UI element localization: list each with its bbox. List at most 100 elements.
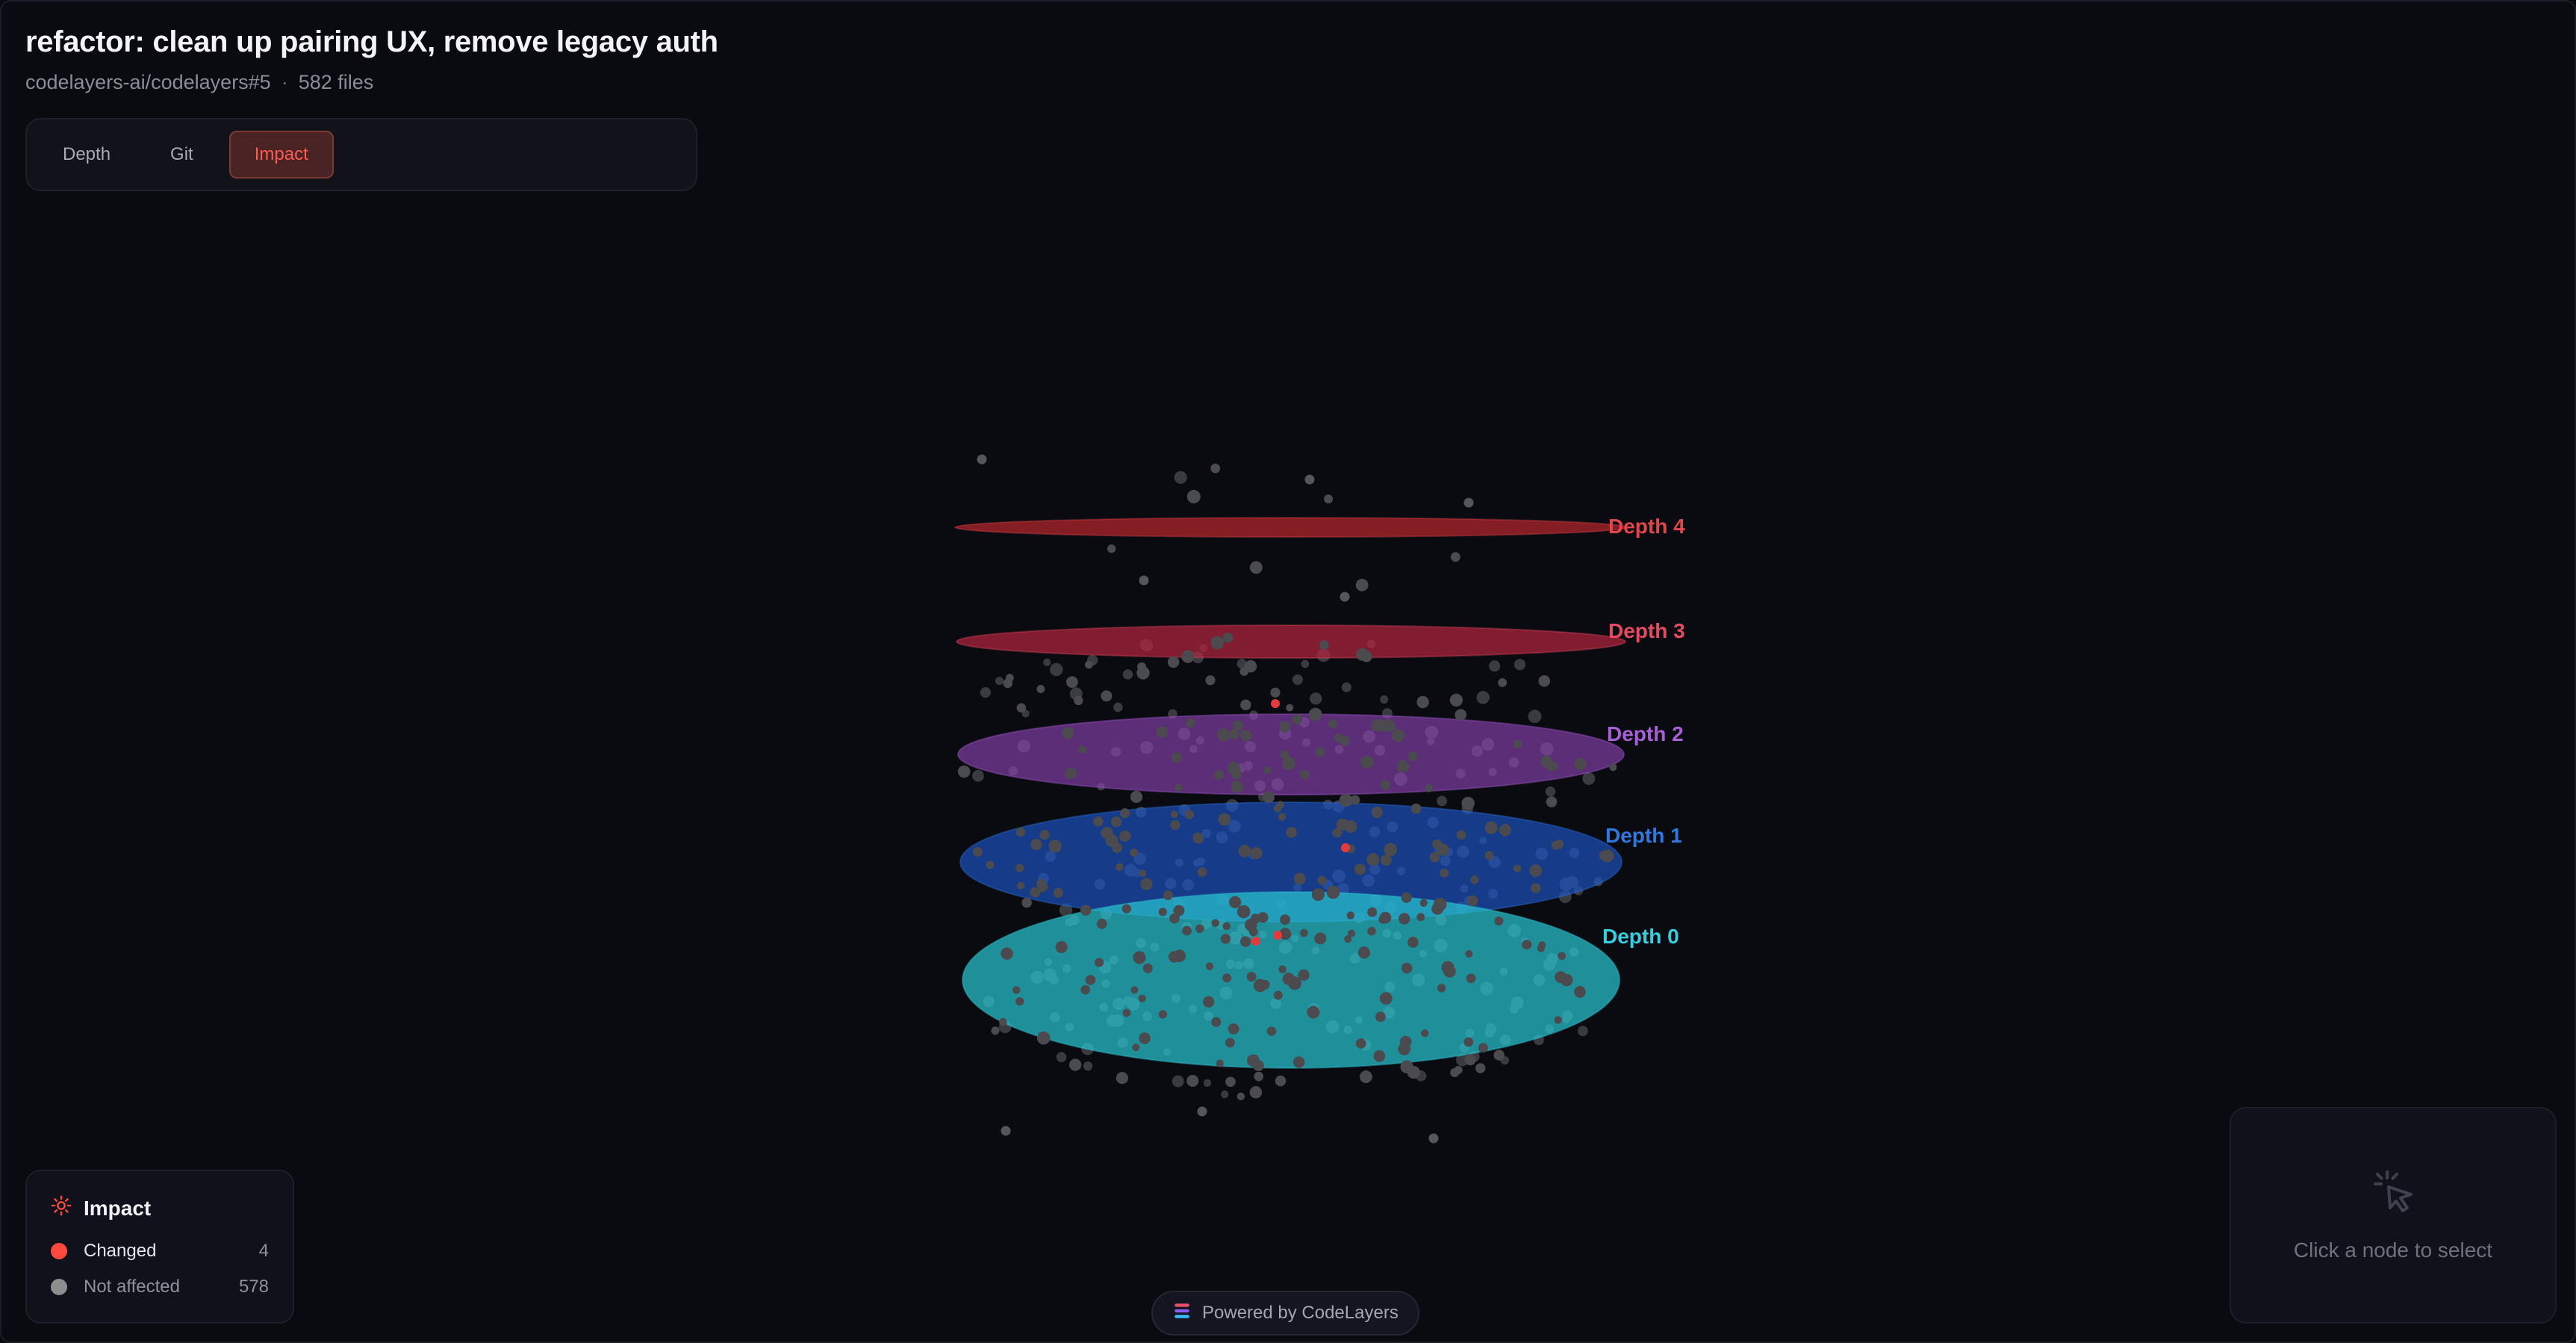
layer-visualization[interactable]: Depth 4 Depth 3 Depth 2 Depth 1 Depth 0 xyxy=(1,1,2575,1342)
file-node[interactable] xyxy=(1231,769,1242,780)
file-node[interactable] xyxy=(1421,1029,1429,1038)
file-node[interactable] xyxy=(1410,803,1422,814)
file-node[interactable] xyxy=(1304,474,1315,485)
file-node[interactable] xyxy=(1498,677,1508,687)
file-node[interactable] xyxy=(1216,728,1231,742)
file-node[interactable] xyxy=(972,769,984,782)
file-node[interactable] xyxy=(1228,1023,1239,1035)
file-node[interactable] xyxy=(1270,687,1281,698)
file-node[interactable] xyxy=(1197,867,1207,878)
file-node[interactable] xyxy=(1354,863,1366,875)
file-node[interactable] xyxy=(1379,911,1392,924)
file-node[interactable] xyxy=(1380,854,1392,866)
file-node[interactable] xyxy=(1401,962,1413,974)
file-node[interactable] xyxy=(1513,659,1526,671)
file-node[interactable] xyxy=(1273,804,1282,813)
file-node[interactable] xyxy=(1068,1058,1082,1071)
file-node[interactable] xyxy=(1170,819,1180,831)
file-node[interactable] xyxy=(999,1017,1007,1026)
file-node[interactable] xyxy=(1167,656,1180,669)
file-node[interactable] xyxy=(1360,755,1374,769)
file-node[interactable] xyxy=(1466,973,1476,984)
file-node[interactable] xyxy=(1186,489,1201,503)
file-node[interactable] xyxy=(957,765,971,778)
file-node[interactable] xyxy=(1489,660,1501,672)
file-node[interactable] xyxy=(1266,1026,1277,1036)
file-node[interactable] xyxy=(1319,640,1329,650)
file-node[interactable] xyxy=(1311,888,1325,902)
file-node[interactable] xyxy=(1531,883,1541,893)
file-node[interactable] xyxy=(1055,940,1068,954)
file-node[interactable] xyxy=(1094,958,1104,967)
file-node[interactable] xyxy=(1574,986,1586,998)
file-node[interactable] xyxy=(1437,843,1449,856)
file-node[interactable] xyxy=(1380,695,1389,704)
file-node[interactable] xyxy=(1216,1059,1224,1067)
file-node[interactable] xyxy=(1538,941,1546,949)
changed-file-node[interactable] xyxy=(1271,699,1280,708)
file-node[interactable] xyxy=(1324,494,1334,503)
file-node[interactable] xyxy=(1310,692,1322,705)
file-node[interactable] xyxy=(1249,1086,1263,1099)
file-node[interactable] xyxy=(1546,760,1557,772)
file-node[interactable] xyxy=(1080,905,1092,916)
file-node[interactable] xyxy=(1210,636,1225,650)
file-node[interactable] xyxy=(1433,897,1447,911)
file-node[interactable] xyxy=(1225,1076,1236,1088)
file-node[interactable] xyxy=(1240,699,1251,710)
file-node[interactable] xyxy=(1493,1049,1505,1061)
file-node[interactable] xyxy=(1292,1056,1305,1068)
file-node[interactable] xyxy=(1499,824,1512,837)
file-node[interactable] xyxy=(1173,949,1186,963)
file-node[interactable] xyxy=(1308,707,1322,722)
file-node[interactable] xyxy=(1391,729,1405,742)
file-node[interactable] xyxy=(1293,872,1306,885)
file-node[interactable] xyxy=(1416,913,1425,922)
file-node[interactable] xyxy=(1244,660,1257,673)
file-node[interactable] xyxy=(1078,745,1086,754)
file-node[interactable] xyxy=(1401,892,1412,903)
file-node[interactable] xyxy=(1083,1061,1093,1071)
file-node[interactable] xyxy=(1036,685,1045,693)
file-node[interactable] xyxy=(1119,830,1131,843)
file-node[interactable] xyxy=(1425,784,1434,793)
file-node[interactable] xyxy=(1186,1074,1199,1088)
file-node[interactable] xyxy=(1213,769,1225,781)
file-node[interactable] xyxy=(1156,726,1169,738)
file-node[interactable] xyxy=(1339,735,1350,746)
file-node[interactable] xyxy=(1254,1071,1264,1082)
file-node[interactable] xyxy=(1484,851,1494,860)
file-node[interactable] xyxy=(1307,1005,1320,1019)
file-node[interactable] xyxy=(1440,868,1449,878)
changed-file-node[interactable] xyxy=(1273,931,1282,940)
file-node[interactable] xyxy=(1257,912,1269,923)
file-node[interactable] xyxy=(1449,693,1463,707)
file-node[interactable] xyxy=(1222,973,1232,983)
file-node[interactable] xyxy=(1464,1054,1476,1066)
file-node[interactable] xyxy=(1195,924,1204,934)
file-node[interactable] xyxy=(1428,1133,1439,1144)
file-node[interactable] xyxy=(1560,973,1573,987)
file-node[interactable] xyxy=(1558,952,1567,961)
file-node[interactable] xyxy=(1357,946,1371,959)
file-node[interactable] xyxy=(1074,695,1083,706)
file-node[interactable] xyxy=(1286,704,1294,712)
file-node[interactable] xyxy=(1513,864,1522,872)
file-node[interactable] xyxy=(1184,810,1195,819)
file-node[interactable] xyxy=(1121,904,1131,914)
file-node[interactable] xyxy=(1554,1016,1562,1024)
file-node[interactable] xyxy=(1577,1026,1588,1037)
file-node[interactable] xyxy=(1282,757,1296,770)
file-node[interactable] xyxy=(977,454,987,465)
file-node[interactable] xyxy=(1375,1011,1386,1023)
tab-depth[interactable]: Depth xyxy=(39,131,134,179)
file-node[interactable] xyxy=(1017,881,1025,890)
file-node[interactable] xyxy=(1466,895,1478,907)
file-node[interactable] xyxy=(1367,926,1376,936)
file-node[interactable] xyxy=(1203,1079,1212,1088)
file-node[interactable] xyxy=(1400,1060,1413,1073)
file-node[interactable] xyxy=(1301,660,1310,669)
file-node[interactable] xyxy=(1001,947,1013,960)
file-node[interactable] xyxy=(1437,795,1447,807)
file-node[interactable] xyxy=(1233,720,1244,731)
